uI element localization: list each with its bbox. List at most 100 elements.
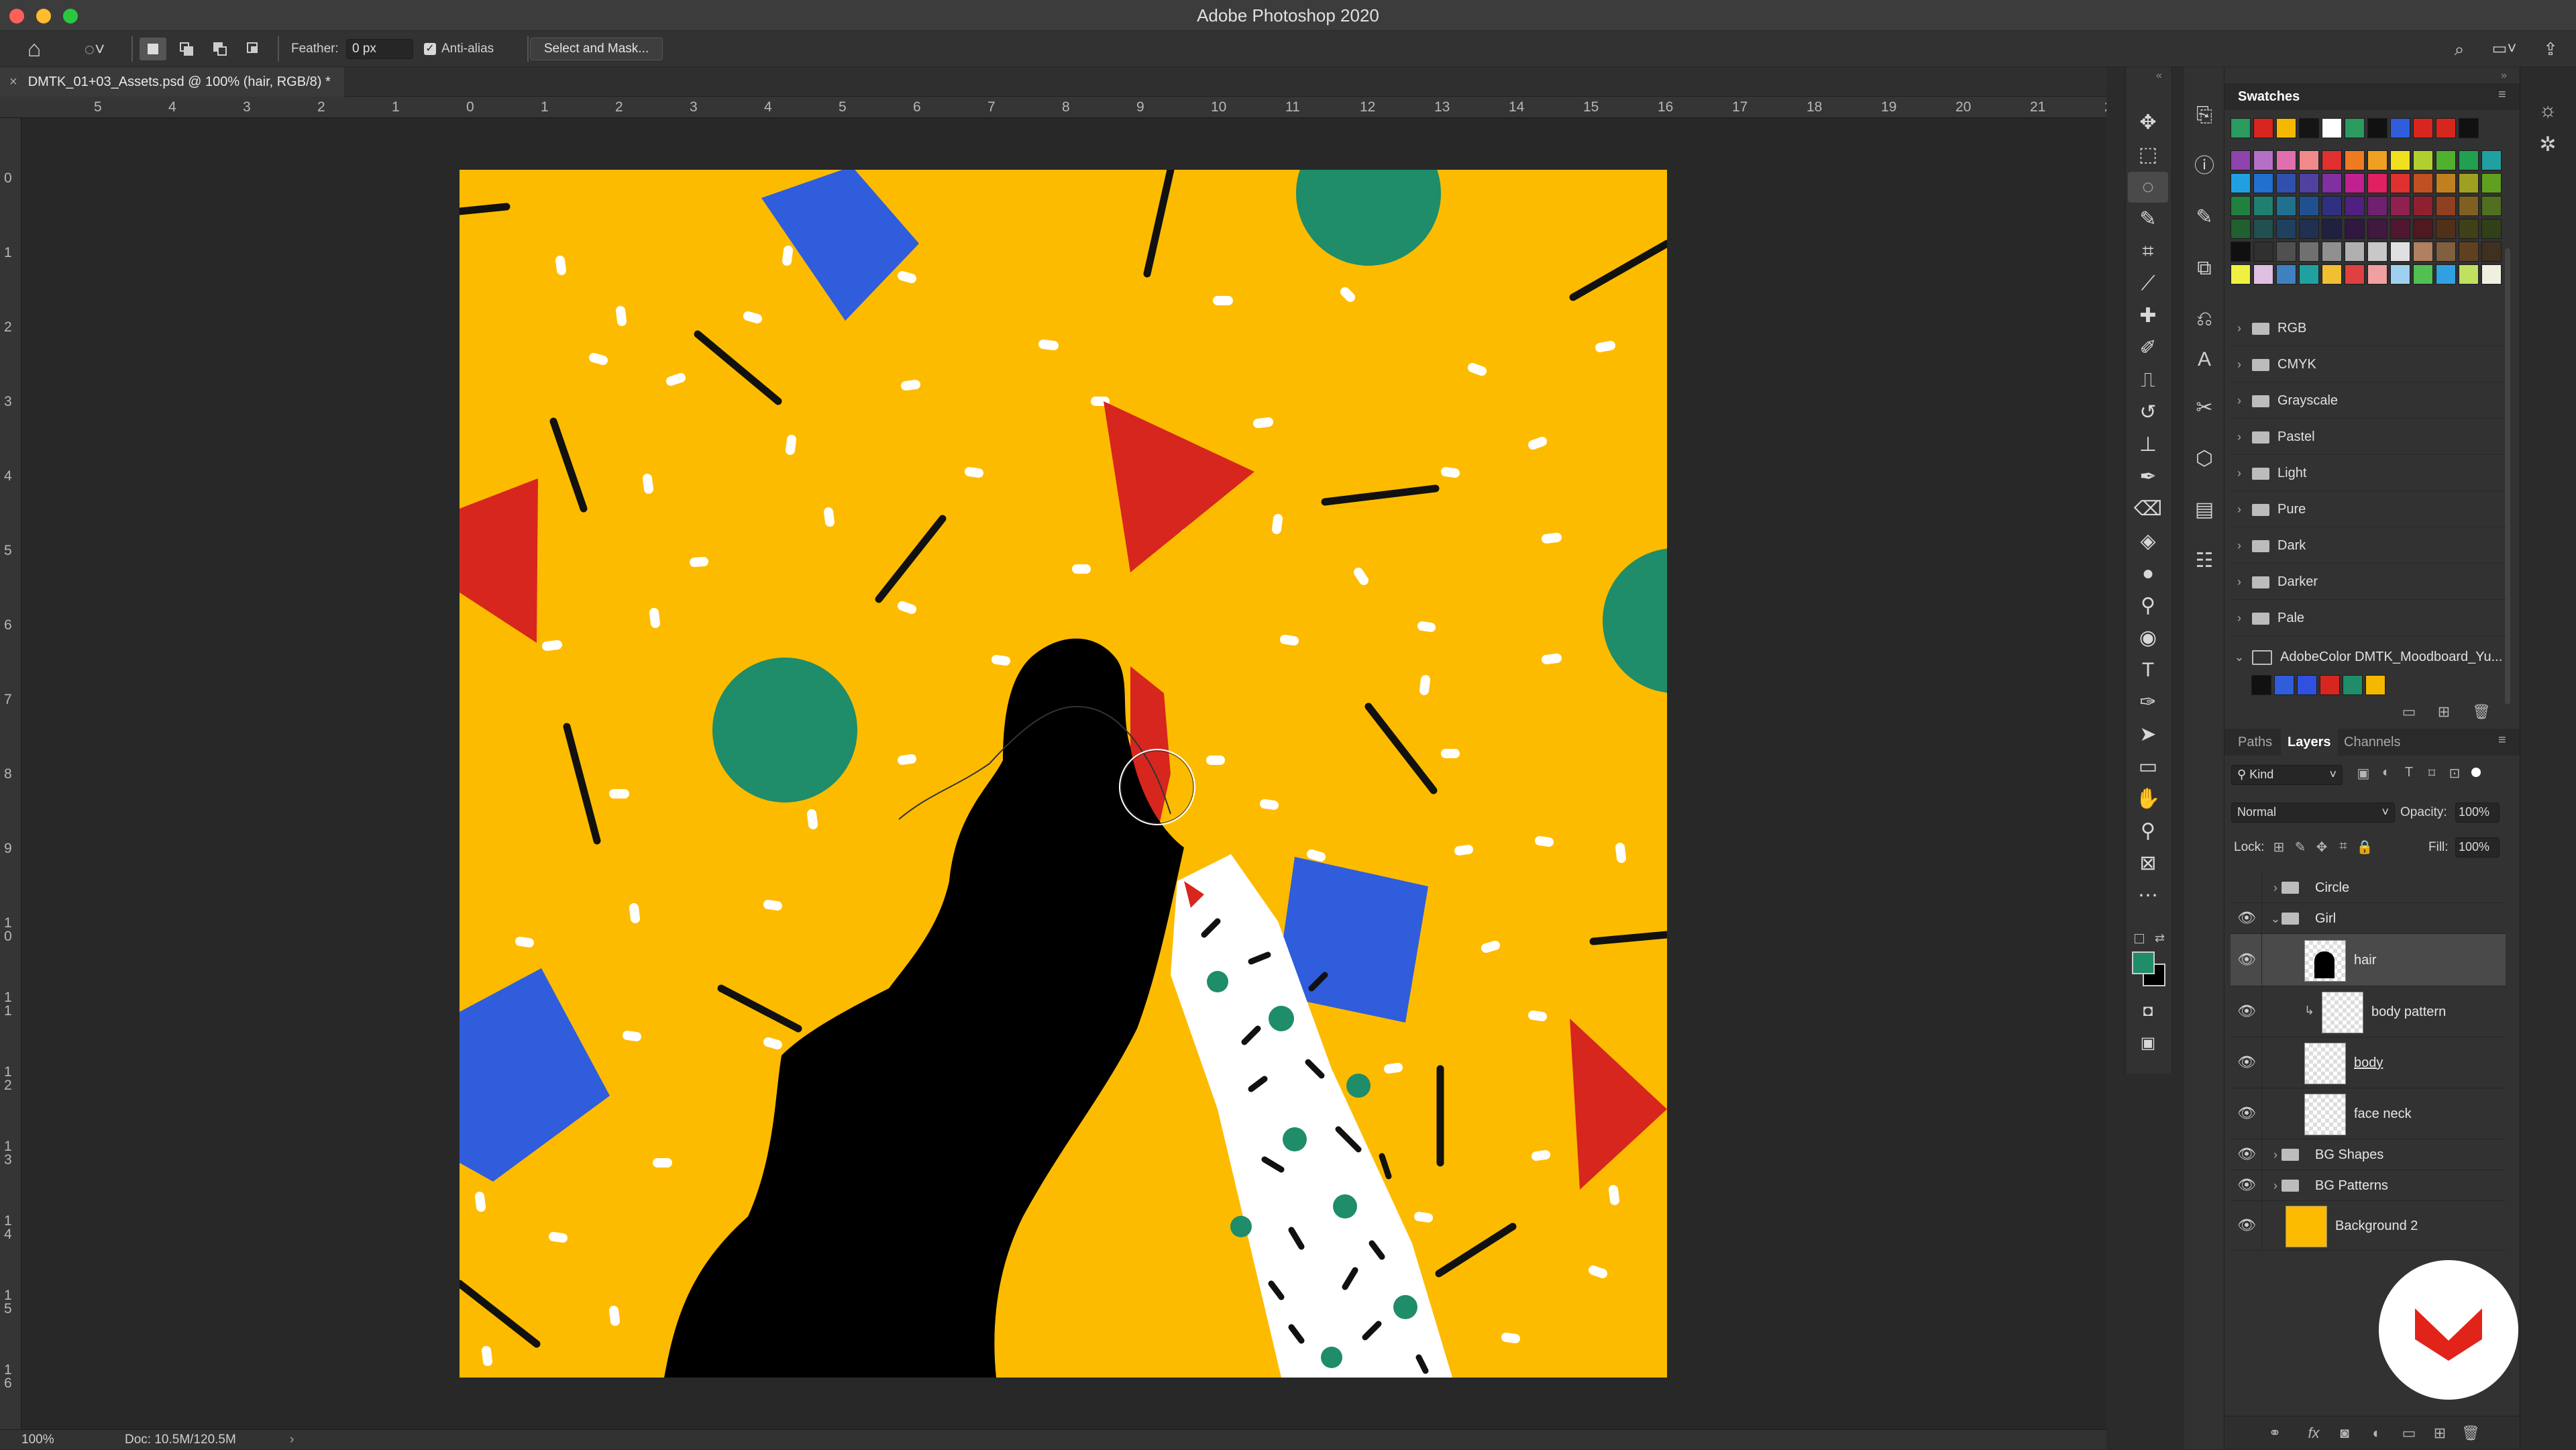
tool-presets-icon[interactable]: ✂ xyxy=(2184,389,2224,427)
swatch[interactable] xyxy=(2481,173,2502,193)
swatch[interactable] xyxy=(2481,264,2502,284)
lock-image-icon[interactable]: ✎ xyxy=(2292,839,2309,856)
visibility-eye-icon[interactable]: 👁 xyxy=(2237,1145,2256,1164)
swatch[interactable] xyxy=(2390,150,2410,170)
clone-source-icon[interactable]: ⎌ xyxy=(2184,301,2224,338)
tab-channels[interactable]: Channels xyxy=(2337,729,2408,756)
swatch[interactable] xyxy=(2459,150,2479,170)
swatch[interactable] xyxy=(2459,219,2479,239)
swatch[interactable] xyxy=(2253,118,2273,138)
layer-thumbnail[interactable] xyxy=(2322,992,2363,1033)
swatch[interactable] xyxy=(2413,196,2433,216)
swatch[interactable] xyxy=(2322,264,2342,284)
swatch[interactable] xyxy=(2345,264,2365,284)
layer-style-icon[interactable]: fx xyxy=(2304,1425,2324,1442)
swatch[interactable] xyxy=(2413,150,2433,170)
swatch[interactable] xyxy=(2413,118,2433,138)
swatch[interactable] xyxy=(2253,219,2273,239)
visibility-eye-icon[interactable]: 👁 xyxy=(2237,951,2256,970)
delete-swatch-icon[interactable]: 🗑 xyxy=(2471,703,2491,721)
swatch[interactable] xyxy=(2299,150,2319,170)
swatch[interactable] xyxy=(2365,675,2385,695)
quick-mask-icon[interactable]: ◘ xyxy=(2128,996,2168,1027)
swatch[interactable] xyxy=(2231,242,2251,262)
filter-shape-icon[interactable]: ⌑ xyxy=(2423,765,2440,782)
document-canvas[interactable] xyxy=(460,170,1667,1378)
feather-input[interactable]: 0 px xyxy=(346,39,413,59)
layer-row-circle[interactable]: › Circle xyxy=(2231,872,2506,903)
swatch[interactable] xyxy=(2459,264,2479,284)
lock-position-icon[interactable]: ✥ xyxy=(2313,839,2330,856)
visibility-eye-icon[interactable]: 👁 xyxy=(2237,909,2256,928)
hand-tool-icon[interactable]: ✋ xyxy=(2128,784,2168,815)
layer-thumbnail[interactable] xyxy=(2304,1043,2346,1084)
pen-tool-icon[interactable]: ✑ xyxy=(2128,687,2168,718)
swatch[interactable] xyxy=(2367,264,2387,284)
subtract-from-selection-button[interactable] xyxy=(207,38,233,60)
swatch[interactable] xyxy=(2231,196,2251,216)
dodge-tool-icon[interactable]: ⚲ xyxy=(2128,590,2168,621)
history-brush-tool-icon[interactable]: ↺ xyxy=(2128,397,2168,428)
swatch[interactable] xyxy=(2253,150,2273,170)
new-group-icon[interactable]: ▭ xyxy=(2399,703,2419,721)
filter-smart-object-icon[interactable]: ⊡ xyxy=(2446,765,2463,782)
info-panel-icon[interactable]: ⓘ xyxy=(2184,148,2224,185)
swatch[interactable] xyxy=(2231,219,2251,239)
home-icon[interactable]: ⌂ xyxy=(17,35,51,63)
swatch[interactable] xyxy=(2276,173,2296,193)
lasso-preset-icon[interactable]: ◌˅ xyxy=(72,35,117,63)
blend-mode-select[interactable]: Normal ˅ xyxy=(2231,802,2395,823)
swatch[interactable] xyxy=(2253,173,2273,193)
swatch[interactable] xyxy=(2231,173,2251,193)
properties-panel-icon[interactable]: ☷ xyxy=(2184,542,2224,580)
eraser-tool-icon[interactable]: ⌫ xyxy=(2128,494,2168,525)
marquee-tool-icon[interactable]: ⬚ xyxy=(2128,140,2168,170)
swatches-menu-icon[interactable]: ≡ xyxy=(2498,87,2506,103)
mixer-brush-tool-icon[interactable]: ✒ xyxy=(2128,462,2168,493)
swatch[interactable] xyxy=(2413,173,2433,193)
swatch-group[interactable]: › Grayscale xyxy=(2231,382,2506,419)
swatch[interactable] xyxy=(2231,264,2251,284)
workspace-icon[interactable]: ▭˅ xyxy=(2482,35,2526,63)
paint-bucket-tool-icon[interactable]: ◈ xyxy=(2128,526,2168,557)
swatch-group[interactable]: › Pastel xyxy=(2231,419,2506,455)
filter-adjustment-icon[interactable]: ◐ xyxy=(2377,765,2395,780)
swatch[interactable] xyxy=(2231,118,2251,138)
add-to-selection-button[interactable] xyxy=(173,38,200,60)
swatch[interactable] xyxy=(2274,675,2294,695)
delete-layer-icon[interactable]: 🗑 xyxy=(2461,1425,2481,1442)
healing-brush-tool-icon[interactable]: ✚ xyxy=(2128,301,2168,331)
swatch[interactable] xyxy=(2345,173,2365,193)
anti-alias-checkbox[interactable]: ✓ xyxy=(424,43,436,55)
search-icon[interactable]: ⌕ xyxy=(2445,35,2474,63)
share-icon[interactable]: ⇪ xyxy=(2536,35,2565,63)
layer-row-body[interactable]: 👁 body xyxy=(2231,1037,2506,1088)
brush-tool-icon[interactable]: ✐ xyxy=(2128,333,2168,364)
swatch-group[interactable]: › Darker xyxy=(2231,564,2506,600)
swatch[interactable] xyxy=(2390,242,2410,262)
swatch[interactable] xyxy=(2390,118,2410,138)
path-selection-tool-icon[interactable]: ➤ xyxy=(2128,719,2168,750)
swatch[interactable] xyxy=(2459,242,2479,262)
swatch[interactable] xyxy=(2276,196,2296,216)
move-tool-icon[interactable]: ✥ xyxy=(2128,107,2168,138)
link-layers-icon[interactable]: ⚭ xyxy=(2265,1425,2285,1442)
new-swatch-icon[interactable]: ⊞ xyxy=(2434,703,2454,721)
visibility-eye-icon[interactable]: 👁 xyxy=(2237,1053,2256,1072)
layer-filter-select[interactable]: ⚲ Kind ˅ xyxy=(2231,765,2343,785)
libraries-panel-icon[interactable]: ✲ xyxy=(2533,133,2563,162)
layer-row-body-pattern[interactable]: 👁 ↳ body pattern xyxy=(2231,986,2506,1037)
layer-row-girl[interactable]: 👁 ⌄ Girl xyxy=(2231,903,2506,934)
swatch-group[interactable]: › Light xyxy=(2231,455,2506,491)
layer-row-background-2[interactable]: 👁 Background 2 xyxy=(2231,1201,2506,1251)
swatch[interactable] xyxy=(2253,196,2273,216)
swatch[interactable] xyxy=(2436,150,2456,170)
swatch[interactable] xyxy=(2367,118,2387,138)
quick-selection-tool-icon[interactable]: ✎ xyxy=(2128,204,2168,235)
notes-panel-icon[interactable]: ▤ xyxy=(2184,491,2224,529)
intersect-selection-button[interactable] xyxy=(240,38,267,60)
swatch[interactable] xyxy=(2299,264,2319,284)
zoom-level[interactable]: 100% xyxy=(21,1430,54,1450)
lock-artboard-icon[interactable]: ⌗ xyxy=(2334,839,2352,854)
foreground-color-swatch[interactable] xyxy=(2132,951,2155,974)
